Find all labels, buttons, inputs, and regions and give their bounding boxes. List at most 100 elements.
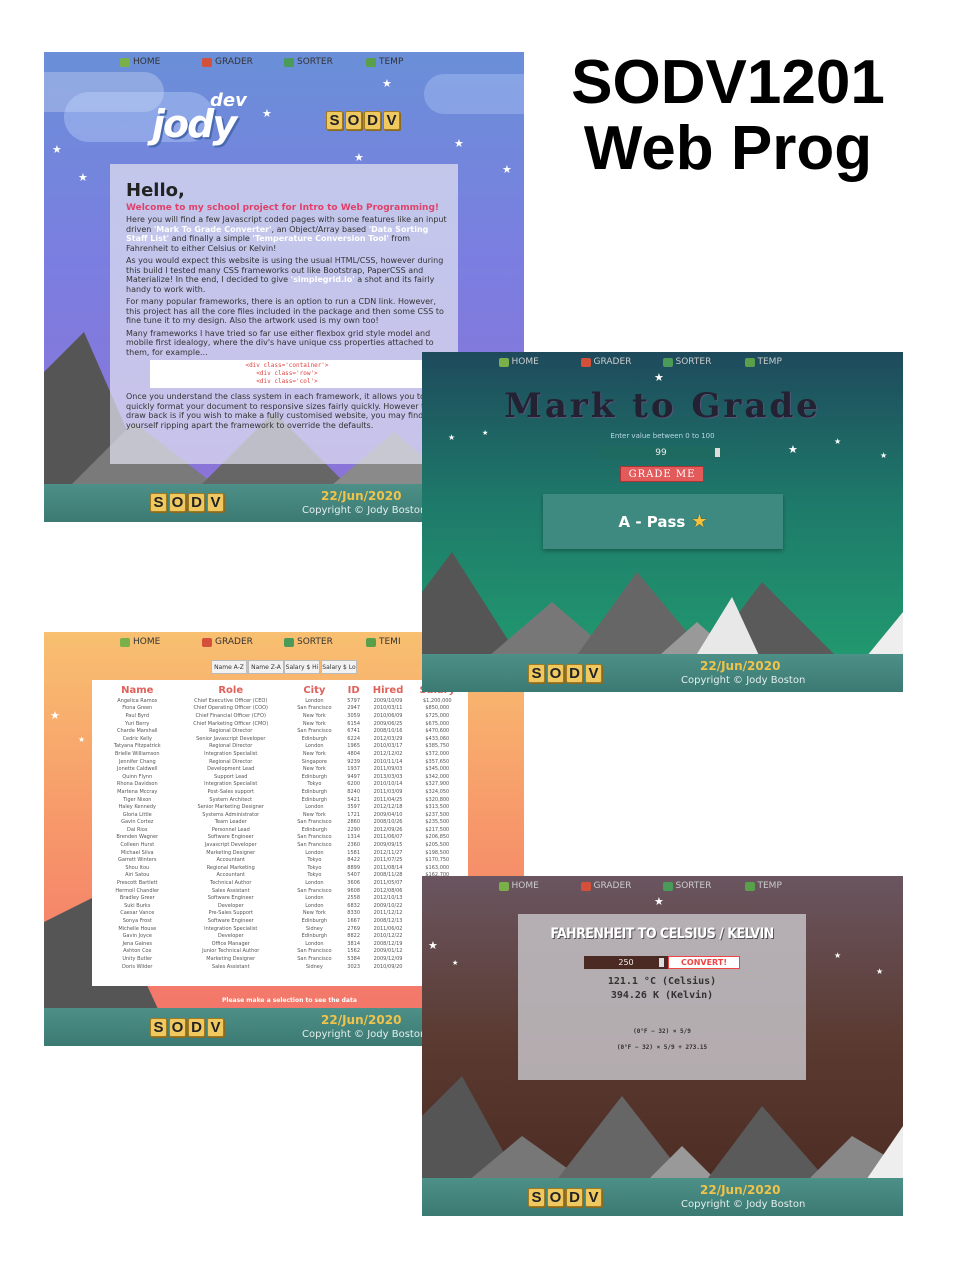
table-cell: Doris Wilder bbox=[122, 963, 153, 970]
nav-home[interactable]: HOME bbox=[498, 352, 581, 372]
table-cell: Personnel Lead bbox=[211, 826, 250, 833]
table-row: Dai Rios Personnel Lead Edinburgh 2290 2012/… bbox=[98, 826, 462, 834]
nav-grader[interactable]: GRADER bbox=[202, 632, 284, 652]
link-simplegrid[interactable]: 'simplegrid.io' bbox=[291, 275, 355, 284]
fahrenheit-input[interactable]: 250 bbox=[584, 956, 668, 969]
table-cell: 2009/10/22 bbox=[373, 902, 403, 909]
table-cell: Tatyana Fitzpatrick bbox=[113, 743, 161, 750]
grader-icon bbox=[580, 357, 591, 367]
mark-input[interactable]: 99 bbox=[598, 446, 724, 459]
table-cell: New York bbox=[302, 712, 326, 719]
table-row: Garrett Winters Accountant Tokyo 8422 2011/0… bbox=[98, 856, 462, 864]
nav-grader-label: GRADER bbox=[215, 57, 253, 67]
table-cell: Jennifer Chang bbox=[118, 758, 156, 765]
nav-home[interactable]: HOME bbox=[498, 876, 581, 896]
footer-copyright: Copyright © Jody Boston bbox=[681, 1199, 806, 1210]
table-cell: Integration Specialist bbox=[204, 925, 258, 932]
grade-result-card: A - Pass ★ bbox=[543, 494, 783, 549]
table-cell: 1667 bbox=[347, 918, 361, 925]
header-role[interactable]: Role bbox=[177, 684, 285, 697]
table-cell: Chief Executive Officer (CEO) bbox=[194, 697, 268, 704]
stepper-icon[interactable] bbox=[715, 448, 720, 457]
header-name[interactable]: Name bbox=[98, 684, 177, 697]
table-cell: $205,500 bbox=[425, 842, 450, 849]
star-icon: ★ bbox=[78, 171, 88, 184]
tile-v: V bbox=[207, 1018, 224, 1037]
table-cell: Airi Satou bbox=[125, 872, 150, 879]
table-cell: Edinburgh bbox=[301, 796, 328, 803]
star-icon: ★ bbox=[452, 959, 459, 967]
nav-sorter[interactable]: SORTER bbox=[284, 52, 366, 72]
table-cell: 5421 bbox=[347, 796, 361, 803]
sort-name-za-button[interactable]: Name Z-A bbox=[248, 660, 284, 674]
nav-temp[interactable]: TEMP bbox=[744, 352, 827, 372]
nav-sorter[interactable]: SORTER bbox=[662, 876, 745, 896]
table-cell: New York bbox=[302, 766, 326, 773]
table-cell: Pre-Sales Support bbox=[208, 910, 253, 917]
tile-v: V bbox=[207, 493, 224, 512]
nav-grader[interactable]: GRADER bbox=[580, 876, 663, 896]
table-cell: 2009/04/10 bbox=[373, 811, 403, 818]
grade-me-button[interactable]: GRADE ME bbox=[620, 466, 704, 482]
star-icon: ★ bbox=[834, 951, 842, 960]
table-row: Jennifer Chang Regional Director Singapore… bbox=[98, 758, 462, 766]
sorter-icon bbox=[662, 881, 673, 891]
table-cell: Michelle House bbox=[118, 925, 157, 932]
table-cell: Jena Gaines bbox=[122, 940, 153, 947]
table-row: Gavin Joyce Developer Edinburgh 8822 2010/12… bbox=[98, 932, 462, 940]
table-cell: 2012/10/13 bbox=[373, 895, 403, 902]
table-cell: 2011/09/03 bbox=[373, 766, 403, 773]
table-cell: 1721 bbox=[347, 811, 361, 818]
header-hired[interactable]: Hired bbox=[363, 684, 412, 697]
table-cell: $433,060 bbox=[425, 735, 450, 742]
table-cell: Singapore bbox=[301, 758, 327, 765]
fahrenheit-input-value: 250 bbox=[618, 958, 634, 967]
table-cell: $470,600 bbox=[425, 728, 450, 735]
nav-grader[interactable]: GRADER bbox=[580, 352, 663, 372]
star-icon: ★ bbox=[876, 967, 884, 976]
nav-grader-label: GRADER bbox=[593, 881, 632, 891]
header-id[interactable]: ID bbox=[344, 684, 364, 697]
tile-d: D bbox=[188, 1018, 205, 1037]
table-cell: $345,000 bbox=[425, 766, 450, 773]
table-cell: San Francisco bbox=[297, 948, 332, 955]
table-cell: Martena Mccray bbox=[117, 788, 158, 795]
nav-temp[interactable]: TEMP bbox=[366, 52, 448, 72]
nav-temp[interactable]: TEMP bbox=[744, 876, 827, 896]
sort-name-az-button[interactable]: Name A-Z bbox=[211, 660, 247, 674]
table-cell: Colleen Hurst bbox=[120, 842, 155, 849]
link-mark-to-grade[interactable]: 'Mark To Grade Converter' bbox=[154, 225, 272, 234]
table-cell: Team Leader bbox=[214, 819, 247, 826]
grader-icon bbox=[202, 637, 212, 647]
intro-paragraph-4: Many frameworks I have tried so far use … bbox=[126, 328, 434, 357]
sort-salary-hi-button[interactable]: Salary $ Hi bbox=[284, 660, 320, 674]
sort-salary-lo-button[interactable]: Salary $ Lo bbox=[321, 660, 357, 674]
temp-screenshot: HOME GRADER SORTER TEMP ★ ★ ★ ★ ★ FAHREN… bbox=[422, 876, 903, 1216]
staff-table-card: Name Role City ID Hired Salary Angelica … bbox=[92, 680, 468, 986]
table-cell: Chief Marketing Officer (CMO) bbox=[193, 720, 269, 727]
table-cell: New York bbox=[302, 750, 326, 757]
nav-sorter[interactable]: SORTER bbox=[284, 632, 366, 652]
nav-home-label: HOME bbox=[133, 57, 161, 67]
nav-sorter[interactable]: SORTER bbox=[662, 352, 745, 372]
table-row: Brielle Williamson Integration Specialist… bbox=[98, 750, 462, 758]
table-cell: 2009/09/15 bbox=[373, 842, 403, 849]
table-row: Colleen Hurst Javascript Developer San Fra… bbox=[98, 841, 462, 849]
table-cell: 2009/10/09 bbox=[373, 697, 403, 704]
link-temperature-tool[interactable]: 'Temperature Conversion Tool' bbox=[252, 234, 388, 243]
nav-home-label: HOME bbox=[133, 637, 161, 647]
nav-home[interactable]: HOME bbox=[120, 632, 202, 652]
nav-grader[interactable]: GRADER bbox=[202, 52, 284, 72]
table-cell: $372,000 bbox=[425, 750, 450, 757]
nav-home[interactable]: HOME bbox=[120, 52, 202, 72]
star-icon: ★ bbox=[880, 451, 888, 460]
table-cell: 2011/06/07 bbox=[373, 834, 403, 841]
nav-temp-label: TEMI bbox=[379, 637, 401, 647]
header-city[interactable]: City bbox=[285, 684, 344, 697]
table-cell: Prescott Bartlett bbox=[116, 880, 158, 887]
table-cell: New York bbox=[302, 910, 326, 917]
stepper-icon[interactable] bbox=[659, 958, 664, 967]
footer-date: 22/Jun/2020 bbox=[700, 659, 781, 673]
celsius-result: 121.1 °C (Celsius) bbox=[607, 976, 717, 987]
convert-button[interactable]: CONVERT! bbox=[668, 956, 740, 969]
